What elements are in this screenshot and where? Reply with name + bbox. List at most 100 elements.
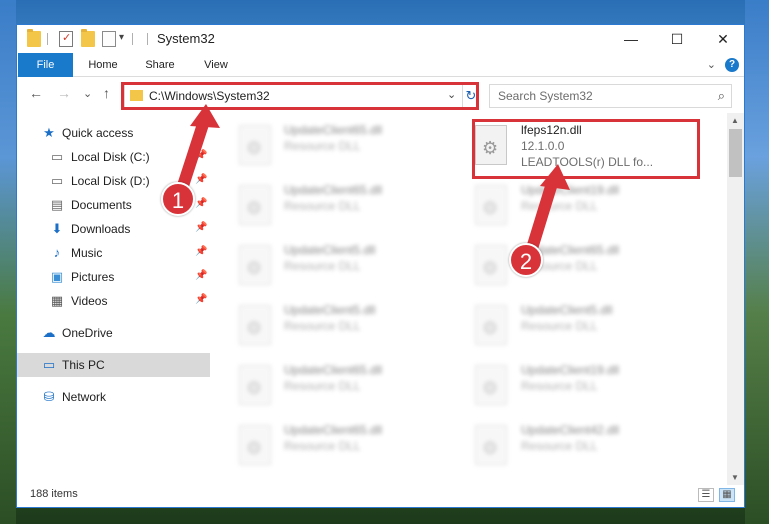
dll-file-icon: ⚙ (475, 245, 507, 285)
tab-view[interactable]: View (192, 53, 240, 77)
file-item[interactable]: ⚙ UpdateClient42.dll Resource DLL (455, 417, 685, 473)
tiles-view-icon[interactable]: ▦ (719, 488, 735, 502)
customize-quick-access-icon[interactable] (102, 31, 116, 47)
sidebar-item-label: Videos (71, 294, 108, 308)
file-type: Resource DLL (284, 199, 361, 213)
sidebar-item-videos[interactable]: ▦ Videos 📌 (17, 289, 210, 313)
pin-icon[interactable]: 📌 (195, 150, 207, 161)
file-name: UpdateClient5.dll (284, 303, 376, 317)
videos-icon: ▦ (50, 293, 64, 308)
file-name: UpdateClient65.dll (284, 123, 383, 137)
sidebar-item-downloads[interactable]: ⬇ Downloads 📌 (17, 217, 210, 241)
scroll-down-icon[interactable]: ▼ (731, 473, 739, 482)
dll-file-icon: ⚙ (475, 305, 507, 345)
sidebar-item-music[interactable]: ♪ Music 📌 (17, 241, 210, 265)
download-icon: ⬇ (51, 221, 63, 236)
file-item[interactable]: ⚙ UpdateClient65.dll Resource DLL (217, 417, 447, 473)
back-button[interactable]: ← (29, 85, 43, 101)
search-icon[interactable]: ⌕ (718, 88, 725, 104)
cloud-icon: ☁ (42, 325, 56, 340)
maximize-button[interactable]: ☐ (654, 25, 700, 53)
address-dropdown-icon[interactable]: ⌄ (447, 88, 456, 101)
new-folder-icon[interactable] (81, 29, 95, 47)
sidebar-item-pictures[interactable]: ▣ Pictures 📌 (17, 265, 210, 289)
pin-icon[interactable]: 📌 (195, 198, 207, 209)
file-item[interactable]: ⚙ UpdateClient19.dll Resource DLL (455, 177, 685, 233)
sidebar-item-label: Local Disk (D:) (71, 174, 150, 188)
folder-icon (27, 29, 41, 47)
refresh-button[interactable]: ↻ (462, 85, 479, 107)
ribbon-tabs: File Home Share View ⌄ ? (17, 53, 744, 109)
computer-icon: ▭ (42, 357, 56, 372)
sidebar-item-local-disk-c[interactable]: ▭ Local Disk (C:) 📌 (17, 145, 210, 169)
dll-file-icon: ⚙ (475, 125, 507, 165)
file-type: Resource DLL (284, 319, 361, 333)
file-item[interactable]: ⚙ UpdateClient65.dll Resource DLL (217, 177, 447, 233)
file-item[interactable]: ⚙ UpdateClient5.dll Resource DLL (455, 297, 685, 353)
file-type: Resource DLL (521, 319, 598, 333)
recent-locations-button[interactable]: ⌄ (83, 87, 92, 100)
properties-check-icon[interactable] (59, 31, 73, 47)
sidebar-item-this-pc[interactable]: ▭ This PC (17, 353, 210, 377)
file-version: 12.1.0.0 (521, 139, 565, 153)
file-name: UpdateClient5.dll (521, 303, 613, 317)
desktop-background-left (0, 0, 16, 524)
drive-icon: ▭ (50, 173, 64, 188)
quick-access-dropdown-icon[interactable]: ▾ (119, 32, 124, 43)
dll-file-icon: ⚙ (239, 245, 271, 285)
help-icon[interactable]: ? (725, 58, 739, 72)
desktop-background-right (745, 0, 769, 524)
search-input[interactable] (498, 89, 698, 103)
vertical-scrollbar[interactable]: ▲ ▼ (727, 113, 744, 485)
pin-icon[interactable]: 📌 (195, 222, 207, 233)
file-item[interactable]: ⚙ UpdateClient5.dll Resource DLL (217, 237, 447, 293)
file-item[interactable]: ⚙ UpdateClient5.dll Resource DLL (217, 297, 447, 353)
scroll-thumb[interactable] (729, 129, 742, 177)
file-list: ⚙ UpdateClient65.dll Resource DLL ⚙ Upda… (217, 113, 727, 485)
window-title: System32 (157, 31, 215, 46)
file-name: UpdateClient65.dll (284, 363, 383, 377)
step-badge-1: 1 (161, 182, 195, 216)
pin-icon[interactable]: 📌 (195, 270, 207, 281)
pin-icon[interactable]: 📌 (195, 294, 207, 305)
sidebar-item-onedrive[interactable]: ☁ OneDrive (17, 321, 210, 345)
sidebar-item-quick-access[interactable]: ★ Quick access (17, 121, 210, 145)
sidebar-item-network[interactable]: ⛁ Network (17, 385, 210, 409)
expand-ribbon-icon[interactable]: ⌄ (707, 58, 716, 71)
details-view-icon[interactable]: ☰ (698, 488, 714, 502)
sidebar-item-label: Music (71, 246, 103, 260)
scroll-up-icon[interactable]: ▲ (731, 116, 739, 125)
dll-file-icon: ⚙ (239, 365, 271, 405)
pictures-icon: ▣ (50, 269, 64, 284)
file-item[interactable]: ⚙ UpdateClient65.dll Resource DLL (455, 237, 685, 293)
file-type: Resource DLL (521, 199, 598, 213)
dll-file-icon: ⚙ (239, 185, 271, 225)
folder-icon (130, 90, 143, 101)
sidebar-item-label: Documents (71, 198, 132, 212)
dll-file-icon: ⚙ (475, 425, 507, 465)
file-name: UpdateClient65.dll (284, 423, 383, 437)
pin-icon[interactable]: 📌 (195, 174, 207, 185)
forward-button[interactable]: → (57, 85, 71, 101)
minimize-button[interactable]: — (608, 25, 654, 53)
sidebar-item-label: Network (62, 390, 107, 404)
file-item[interactable]: ⚙ UpdateClient19.dll Resource DLL (455, 357, 685, 413)
pin-icon[interactable]: 📌 (195, 246, 207, 257)
tab-home[interactable]: Home (79, 53, 127, 77)
tab-share[interactable]: Share (135, 53, 185, 77)
address-path[interactable]: C:\Windows\System32 (149, 89, 270, 103)
dll-file-icon: ⚙ (239, 425, 271, 465)
search-box[interactable]: ⌕ (489, 84, 732, 108)
file-item[interactable]: ⚙ UpdateClient65.dll Resource DLL (217, 117, 447, 173)
up-button[interactable]: ↑ (103, 85, 110, 101)
file-item[interactable]: ⚙ UpdateClient65.dll Resource DLL (217, 357, 447, 413)
drive-icon: ▭ (50, 149, 64, 164)
file-item-lfeps12n[interactable]: ⚙ lfeps12n.dll 12.1.0.0 LEADTOOLS(r) DLL… (455, 117, 685, 173)
file-name: UpdateClient19.dll (521, 183, 620, 197)
file-description: LEADTOOLS(r) DLL fo... (521, 155, 654, 169)
address-bar[interactable]: C:\Windows\System32 ⌄ ↻ (124, 84, 479, 108)
sidebar-item-label: Quick access (62, 126, 134, 140)
close-button[interactable]: ✕ (700, 25, 746, 53)
sidebar-item-label: Pictures (71, 270, 115, 284)
file-name: UpdateClient65.dll (284, 183, 383, 197)
